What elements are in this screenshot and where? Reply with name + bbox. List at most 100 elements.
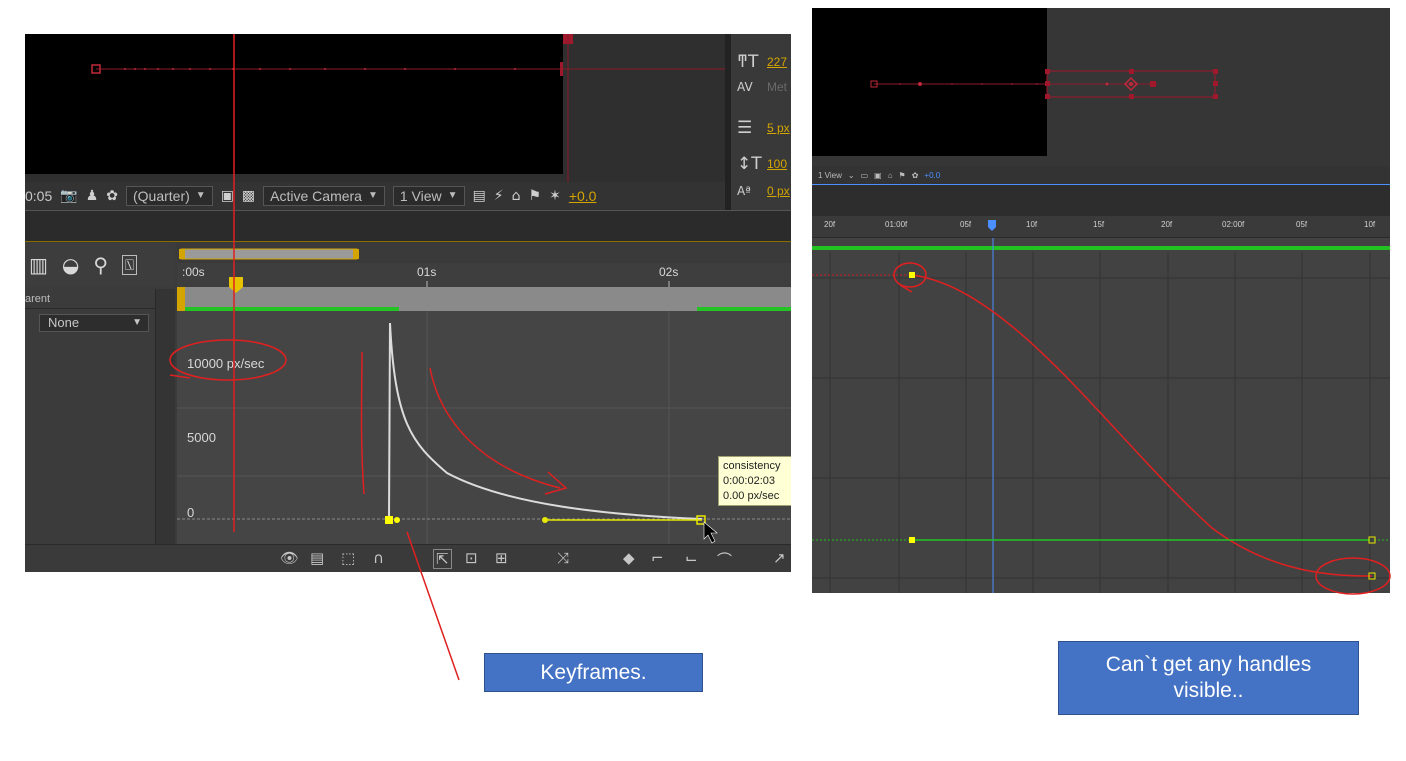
font-size-value[interactable]: 227 — [767, 55, 787, 69]
edit-keyframe-icon[interactable]: ◆ — [623, 549, 635, 567]
snapshot-icon[interactable]: 📷 — [60, 188, 77, 204]
camera-label: Active Camera — [270, 188, 362, 204]
baseline-row[interactable]: Aª 0 px — [737, 184, 790, 198]
y-axis-label: 10000 px/sec — [187, 356, 265, 371]
parent-dropdown[interactable]: None ▼ — [39, 314, 149, 332]
tooltip-property: consistency — [723, 460, 781, 472]
baseline-shift-icon: Aª — [737, 184, 751, 198]
linear-icon[interactable]: ⌙ — [685, 549, 698, 567]
speed-graph — [177, 243, 791, 554]
stroke-row[interactable]: ☰ 5 px — [737, 118, 790, 138]
timeline-switches: ▥ ◒ ⚲ ⍂ — [25, 243, 175, 287]
transparency-grid-icon[interactable]: ▩ — [242, 188, 255, 204]
pixel-aspect-icon[interactable]: ▤ — [473, 188, 486, 204]
chevron-down-icon: ▼ — [367, 190, 378, 201]
ruler-tick: :00s — [182, 265, 205, 279]
keyframe-icon — [909, 537, 915, 543]
layer-scrollbar[interactable] — [155, 289, 175, 572]
parent-column-header: arent — [25, 289, 175, 309]
transform-box-icon[interactable]: ⬚ — [341, 549, 355, 567]
fit-all-icon[interactable]: ⊞ — [495, 549, 508, 567]
left-screenshot: ͳT 227 AV Met ☰ 5 px ↕T 100 Aª 0 px 0:05… — [25, 34, 791, 572]
tracking-row[interactable]: AV Met — [737, 80, 787, 94]
graph-editor-icon[interactable]: ⍂ — [122, 255, 138, 275]
stroke-width-icon: ☰ — [737, 118, 753, 138]
graph-editor-toolbar: 👁 ▤ ⬚ ∩ ⇱ ⊡ ⊞ ⤨ ◆ ⌐ ⌙ ⌒ ↗ — [25, 544, 791, 572]
character-panel: ͳT 227 AV Met ☰ 5 px ↕T 100 Aª 0 px — [731, 34, 791, 210]
motion-blur-icon[interactable]: ▥ — [29, 253, 48, 277]
vertical-scale-row[interactable]: ↕T 100 — [737, 154, 787, 174]
channel-icon[interactable]: ✿ — [106, 188, 118, 204]
camera-dropdown[interactable]: Active Camera ▼ — [263, 186, 385, 206]
exposure-icon[interactable]: ✿ — [912, 171, 919, 180]
composition-toolbar: 1 View ⌄ ▭ ▣ ⌂ ⚑ ✿ +0.0 — [812, 166, 1390, 184]
pixel-aspect-icon[interactable]: ▭ — [861, 171, 869, 180]
fast-preview-icon[interactable]: ⚡ — [494, 188, 504, 204]
motion-path — [91, 62, 570, 76]
time-ruler[interactable]: 20f 01:00f 05f 10f 15f 20f 02:00f 05f 10… — [812, 216, 1390, 238]
chevron-down-icon[interactable]: ⌄ — [848, 171, 855, 180]
panel-separator — [812, 184, 1390, 216]
show-properties-icon[interactable]: 👁 — [280, 549, 299, 567]
exposure-value[interactable]: +0.0 — [569, 188, 597, 204]
view-layout-label: 1 View — [399, 188, 442, 204]
kerning-icon: AV — [737, 80, 753, 94]
current-time-indicator — [988, 220, 996, 231]
exposure-value[interactable]: +0.0 — [924, 171, 940, 180]
stroke-value[interactable]: 5 px — [767, 121, 790, 135]
ruler-tick: 02s — [659, 265, 679, 279]
chevron-down-icon: ▼ — [447, 190, 458, 201]
keyframe-icon — [385, 516, 393, 524]
shy-icon[interactable]: ◒ — [62, 253, 79, 277]
exposure-icon[interactable]: ✶ — [549, 188, 561, 204]
easy-ease-icon[interactable]: ↗ — [773, 549, 786, 567]
motion-path — [870, 69, 1218, 99]
ruler-tick: 01s — [417, 265, 437, 279]
font-size-icon: ͳT — [737, 52, 759, 72]
tooltip-value: 0.00 px/sec — [723, 490, 780, 502]
work-area-bar — [180, 248, 358, 260]
snap-icon[interactable]: ∩ — [373, 549, 384, 567]
vertical-scale-icon: ↕T — [737, 154, 762, 174]
y-axis-label: 5000 — [187, 430, 216, 445]
chevron-down-icon: ▼ — [132, 317, 142, 328]
separate-dimensions-icon[interactable]: ⤨ — [557, 549, 569, 567]
region-of-interest-icon[interactable]: ▣ — [221, 188, 234, 204]
keyframe-tooltip: consistency 0:00:02:03 0.00 px/sec — [718, 456, 791, 506]
font-size-row[interactable]: ͳT 227 — [737, 52, 787, 72]
fit-selection-icon[interactable]: ⊡ — [465, 549, 478, 567]
graph-type-icon[interactable]: ▤ — [310, 549, 324, 567]
current-time[interactable]: 0:05 — [25, 188, 52, 204]
view-layout-dropdown[interactable]: 1 View ▼ — [392, 186, 465, 206]
baseline-value[interactable]: 0 px — [767, 184, 790, 198]
hold-icon[interactable]: ⌐ — [651, 549, 664, 567]
resolution-dropdown[interactable]: (Quarter) ▼ — [125, 186, 213, 206]
value-graph — [812, 238, 1390, 593]
handles-callout: Can`t get any handles visible.. — [1058, 641, 1359, 715]
tooltip-time: 0:00:02:03 — [723, 475, 775, 487]
vertical-scale-value[interactable]: 100 — [767, 157, 787, 171]
right-screenshot: 1 View ⌄ ▭ ▣ ⌂ ⚑ ✿ +0.0 20f 01:00f 05f 1… — [812, 8, 1390, 593]
timeline-icon[interactable]: ⌂ — [512, 188, 521, 204]
panel-separator — [25, 210, 791, 242]
fast-preview-icon[interactable]: ▣ — [874, 171, 882, 180]
keyframes-callout: Keyframes. — [484, 653, 703, 692]
graph-editor[interactable]: :00s 01s 02s 10000 px/sec 5000 0 — [177, 243, 791, 572]
timeline-icon[interactable]: ⌂ — [888, 171, 893, 180]
kerning-value[interactable]: Met — [767, 80, 787, 94]
composition-toolbar: 0:05 📷 ♟ ✿ (Quarter) ▼ ▣ ▩ Active Camera… — [25, 182, 725, 210]
show-snapshot-icon[interactable]: ♟ — [86, 188, 99, 204]
flowchart-icon[interactable]: ⚑ — [899, 171, 906, 180]
y-axis-label: 0 — [187, 505, 195, 520]
parent-value: None — [48, 315, 80, 330]
brainstorm-icon[interactable]: ⚲ — [93, 253, 108, 277]
composition-viewer — [25, 34, 570, 174]
view-layout-label[interactable]: 1 View — [818, 171, 842, 180]
graph-editor[interactable] — [812, 238, 1390, 593]
flowchart-icon[interactable]: ⚑ — [529, 188, 542, 204]
resolution-label: (Quarter) — [132, 188, 190, 204]
keyframe-icon — [909, 272, 915, 278]
auto-bezier-icon[interactable]: ⌒ — [717, 549, 732, 570]
auto-zoom-icon[interactable]: ⇱ — [433, 549, 452, 569]
layer-bounding-box — [563, 34, 725, 182]
